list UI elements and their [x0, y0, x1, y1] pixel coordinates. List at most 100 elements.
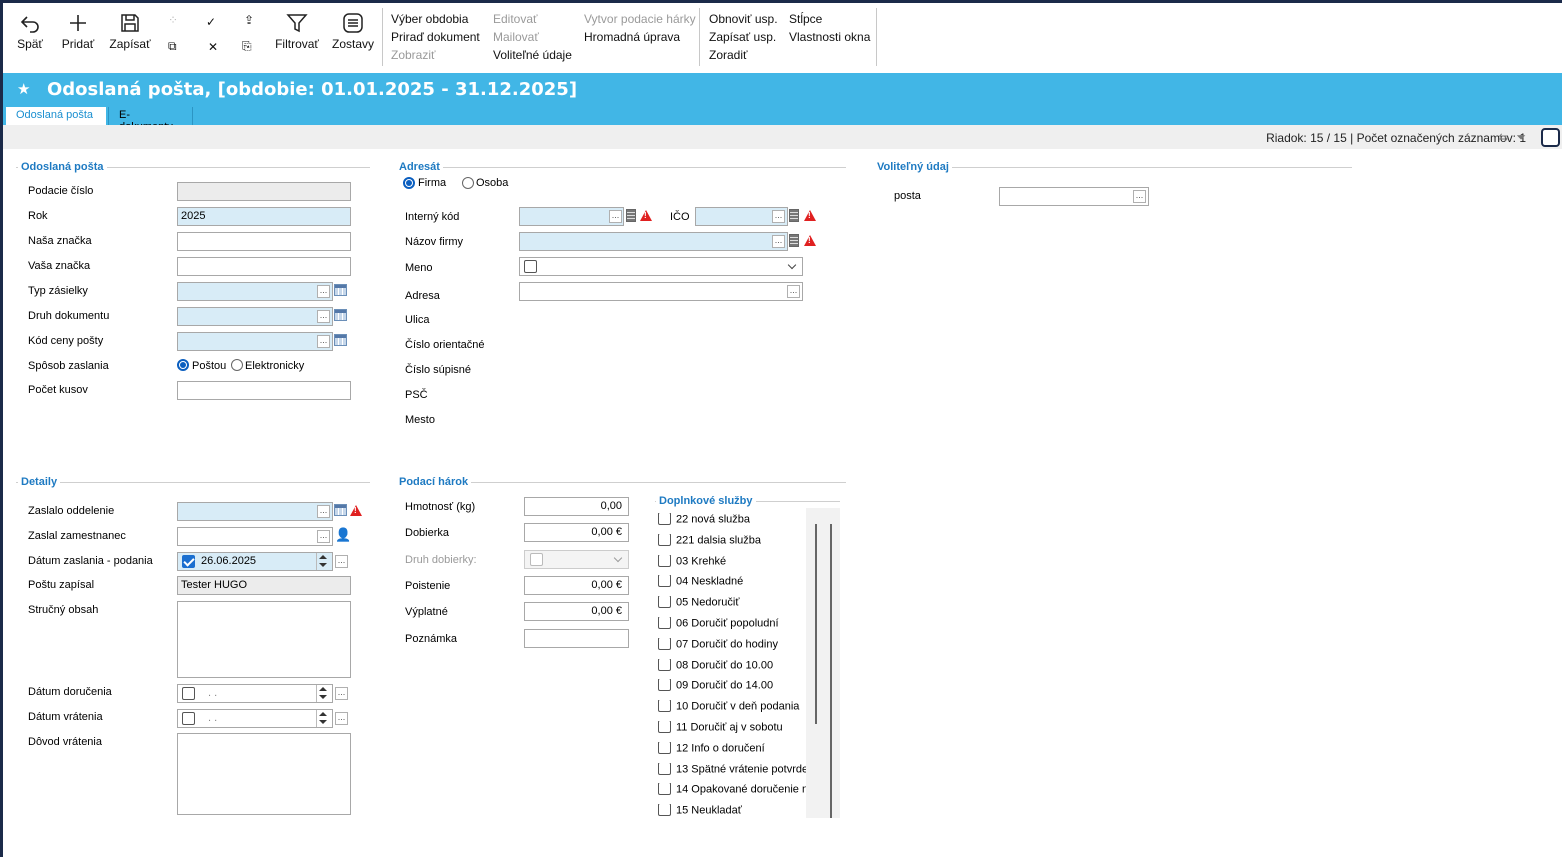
menu-stlpce[interactable]: Stĺpce	[789, 12, 822, 26]
reports-button[interactable]: Zostavy	[332, 12, 374, 51]
service-checkbox[interactable]	[658, 783, 671, 796]
cancel-icon[interactable]: ✕	[208, 40, 218, 54]
datum-dorucenia-input[interactable]: . .	[177, 684, 333, 703]
pocet-kusov-input[interactable]	[177, 381, 351, 400]
service-checkbox[interactable]	[658, 741, 671, 754]
radio-elektronicky[interactable]	[231, 359, 243, 371]
service-checkbox[interactable]	[658, 700, 671, 713]
service-item[interactable]: 221 dalsia služba	[658, 533, 806, 547]
service-item[interactable]: 12 Info o doručení	[658, 741, 806, 755]
menu-volitelne-udaje[interactable]: Voliteľné údaje	[493, 48, 572, 62]
vyplatne-input[interactable]: 0,00 €	[524, 602, 629, 621]
service-item[interactable]: 15 Neukladať	[658, 804, 806, 817]
service-checkbox[interactable]	[658, 513, 671, 525]
menu-vlastnosti-okna[interactable]: Vlastnosti okna	[789, 30, 870, 44]
share-icon[interactable]: ⇪	[244, 13, 254, 27]
datum-zaslania-input[interactable]: 26.06.2025	[177, 552, 333, 571]
druh-dobierky-checkbox[interactable]	[530, 553, 543, 566]
interny-kod-lookup-button[interactable]: ...	[609, 210, 622, 223]
chevron-down-icon[interactable]	[611, 551, 627, 568]
datum-zaslania-checkbox[interactable]	[182, 555, 195, 568]
posta-input[interactable]	[999, 187, 1149, 206]
service-checkbox[interactable]	[658, 721, 671, 733]
kod-ceny-lookup-button[interactable]: ...	[317, 335, 330, 348]
scrollbar-thumb[interactable]	[815, 524, 817, 724]
service-item[interactable]: 06 Doručiť popoludní	[658, 617, 806, 630]
service-checkbox[interactable]	[658, 762, 671, 775]
tab-odoslana-posta[interactable]: Odoslaná pošta	[6, 107, 106, 125]
star-icon[interactable]: ★	[17, 80, 30, 98]
hmotnost-input[interactable]: 0,00	[524, 497, 629, 516]
service-item[interactable]: 11 Doručiť aj v sobotu	[658, 721, 806, 734]
service-checkbox[interactable]	[658, 596, 671, 609]
window-menu-icon[interactable]	[1541, 128, 1560, 147]
menu-vyber-obdobia[interactable]: Výber obdobia	[391, 12, 468, 26]
service-item[interactable]: 07 Doručiť do hodiny	[658, 637, 806, 651]
druh-dokumentu-input[interactable]	[177, 307, 333, 326]
tab-e-dokumenty[interactable]: E-dokumenty	[108, 107, 193, 133]
nazov-firmy-input[interactable]	[519, 232, 788, 251]
dobierka-input[interactable]: 0,00 €	[524, 523, 629, 542]
radio-osoba[interactable]	[462, 177, 474, 189]
service-checkbox[interactable]	[658, 554, 671, 567]
nasa-znacka-input[interactable]	[177, 232, 351, 251]
zamestnanec-lookup-button[interactable]: ...	[317, 530, 330, 543]
services-scrollbar[interactable]	[806, 508, 840, 818]
save-button[interactable]: Zapísať	[108, 12, 152, 51]
druh-dokumentu-lookup-button[interactable]: ...	[317, 310, 330, 323]
meno-checkbox[interactable]	[524, 260, 537, 273]
kod-ceny-posty-input[interactable]	[177, 332, 333, 351]
service-item[interactable]: 08 Doručiť do 10.00	[658, 658, 806, 672]
ico-lookup-button[interactable]: ...	[772, 210, 785, 223]
radio-postou[interactable]	[177, 359, 189, 371]
posta-lookup-button[interactable]: ...	[1133, 190, 1146, 203]
table-icon[interactable]	[334, 309, 347, 321]
service-item[interactable]: 13 Spätné vrátenie potvrdenej	[658, 762, 806, 776]
zaslal-zamestnanec-input[interactable]	[177, 527, 333, 546]
service-item[interactable]: 09 Doručiť do 14.00	[658, 679, 806, 692]
datum-vratenia-picker-button[interactable]: ...	[335, 712, 348, 725]
service-checkbox[interactable]	[658, 575, 671, 588]
radio-firma[interactable]	[403, 177, 415, 189]
typ-zasielky-lookup-button[interactable]: ...	[317, 285, 330, 298]
check-icon[interactable]: ✓	[206, 15, 216, 29]
service-item[interactable]: 03 Krehké	[658, 554, 806, 568]
menu-obnovit-usp[interactable]: Obnoviť usp.	[709, 12, 778, 26]
menu-hromadna-uprava[interactable]: Hromadná úprava	[584, 30, 680, 44]
preview-icon[interactable]: ⎘	[242, 39, 252, 54]
menu-zoradit[interactable]: Zoradiť	[709, 48, 748, 62]
filter-button[interactable]: Filtrovať	[274, 12, 320, 51]
service-checkbox[interactable]	[658, 679, 671, 692]
add-button[interactable]: Pridať	[60, 12, 96, 51]
service-checkbox[interactable]	[658, 617, 671, 629]
service-item[interactable]: 04 Neskladné	[658, 575, 806, 588]
service-checkbox[interactable]	[658, 637, 671, 650]
chevron-down-icon[interactable]	[785, 258, 801, 275]
service-item[interactable]: 22 nová služba	[658, 513, 806, 526]
menu-zobrazit[interactable]: Zobraziť	[391, 48, 436, 62]
zaslalo-oddelenie-input[interactable]	[177, 502, 333, 521]
register-icon[interactable]	[626, 209, 636, 222]
datum-vratenia-checkbox[interactable]	[182, 712, 195, 725]
datum-zaslania-spinner[interactable]	[316, 553, 328, 570]
back-button[interactable]: Späť	[14, 12, 46, 51]
copy-icon[interactable]: ⧉	[168, 39, 177, 54]
datum-dorucenia-spinner[interactable]	[316, 685, 328, 702]
vasa-znacka-input[interactable]	[177, 257, 351, 276]
meno-select[interactable]	[519, 257, 803, 276]
service-item[interactable]: 14 Opakované doručenie na	[658, 783, 806, 796]
rok-input[interactable]: 2025	[177, 207, 351, 226]
table-icon[interactable]	[334, 504, 347, 516]
datum-dorucenia-picker-button[interactable]: ...	[335, 687, 348, 700]
menu-mailovat[interactable]: Mailovať	[493, 30, 539, 44]
datum-zaslania-picker-button[interactable]: ...	[335, 555, 348, 568]
adresa-input[interactable]	[519, 282, 803, 301]
menu-prirad-dokument[interactable]: Priraď dokument	[391, 30, 480, 44]
dovod-vratenia-textarea[interactable]	[177, 733, 351, 815]
datum-vratenia-spinner[interactable]	[316, 710, 328, 727]
podacie-cislo-input[interactable]	[177, 182, 351, 201]
adresa-lookup-button[interactable]: ...	[787, 285, 800, 298]
scrollbar-track[interactable]	[830, 524, 832, 818]
strucny-obsah-textarea[interactable]	[177, 601, 351, 678]
menu-vytvor-podacie-harky[interactable]: Vytvor podacie hárky	[584, 12, 696, 26]
